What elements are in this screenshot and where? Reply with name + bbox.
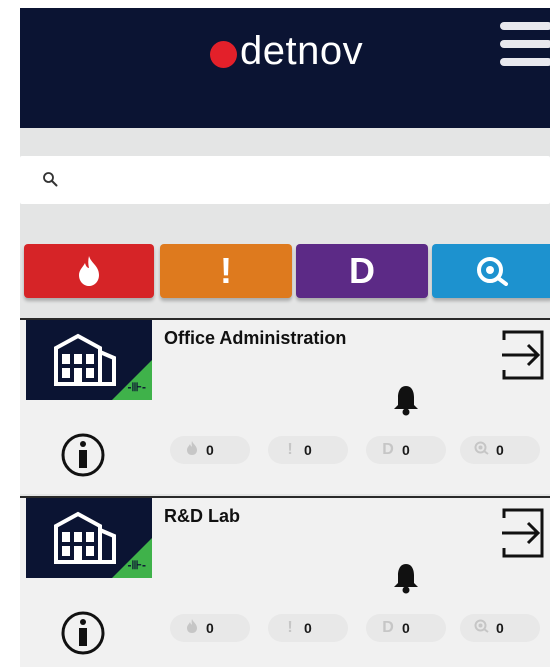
info-icon[interactable] [60,432,106,478]
bell-icon [394,564,418,594]
letter-d-icon: D [382,619,394,636]
enter-installation-icon[interactable] [500,330,546,380]
flame-icon [182,618,202,639]
fire-count: 0 [206,620,214,636]
siren-icon [472,441,492,460]
app-screen: detnov ! D -⊪- Office Administration 0 !… [20,8,550,667]
search-bar [20,156,550,204]
alarm-counter: 0 [460,436,540,464]
exclamation-icon: ! [287,441,293,458]
filter-tab-disabled[interactable]: D [296,244,428,298]
siren-icon [477,257,508,286]
bell-icon [394,386,418,416]
filter-tab-fire[interactable] [24,244,154,298]
disabled-counter: D 0 [366,614,446,642]
fire-counter: 0 [170,614,250,642]
installation-card[interactable]: -⊪- R&D Lab 0 ! 0 D 0 0 [20,496,550,667]
detnov-logo: detnov [210,26,363,76]
disabled-count: 0 [402,620,410,636]
info-icon[interactable] [60,610,106,656]
fire-count: 0 [206,442,214,458]
fire-counter: 0 [170,436,250,464]
enter-installation-icon[interactable] [500,508,546,558]
logo-dot-icon [210,40,237,68]
disabled-count: 0 [402,442,410,458]
letter-d-icon: D [382,441,394,458]
search-icon [43,172,58,187]
alarm-counter: 0 [460,614,540,642]
flame-icon [79,256,99,286]
fault-counter: ! 0 [268,436,348,464]
fault-counter: ! 0 [268,614,348,642]
exclamation-icon: ! [287,619,293,636]
filter-tab-alarm[interactable] [432,244,550,298]
alarm-type-filters: ! D [24,244,550,300]
hamburger-menu-icon[interactable] [500,22,550,68]
exclamation-icon: ! [220,250,232,291]
app-header: detnov [20,8,550,128]
plug-icon: -⊪- [127,380,146,394]
fault-count: 0 [304,442,312,458]
installation-card[interactable]: -⊪- Office Administration 0 ! 0 D 0 0 [20,318,550,494]
alarm-count: 0 [496,442,504,458]
disabled-counter: D 0 [366,436,446,464]
plug-icon: -⊪- [127,558,146,572]
siren-icon [472,619,492,638]
flame-icon [182,440,202,461]
building-icon: -⊪- [26,498,152,578]
letter-d-icon: D [349,250,375,291]
installation-title: Office Administration [164,328,347,348]
alarm-count: 0 [496,620,504,636]
installation-title: R&D Lab [164,506,240,526]
filter-tab-fault[interactable]: ! [160,244,292,298]
logo-text: detnov [240,29,364,73]
search-input[interactable] [72,164,532,196]
fault-count: 0 [304,620,312,636]
building-icon: -⊪- [26,320,152,400]
